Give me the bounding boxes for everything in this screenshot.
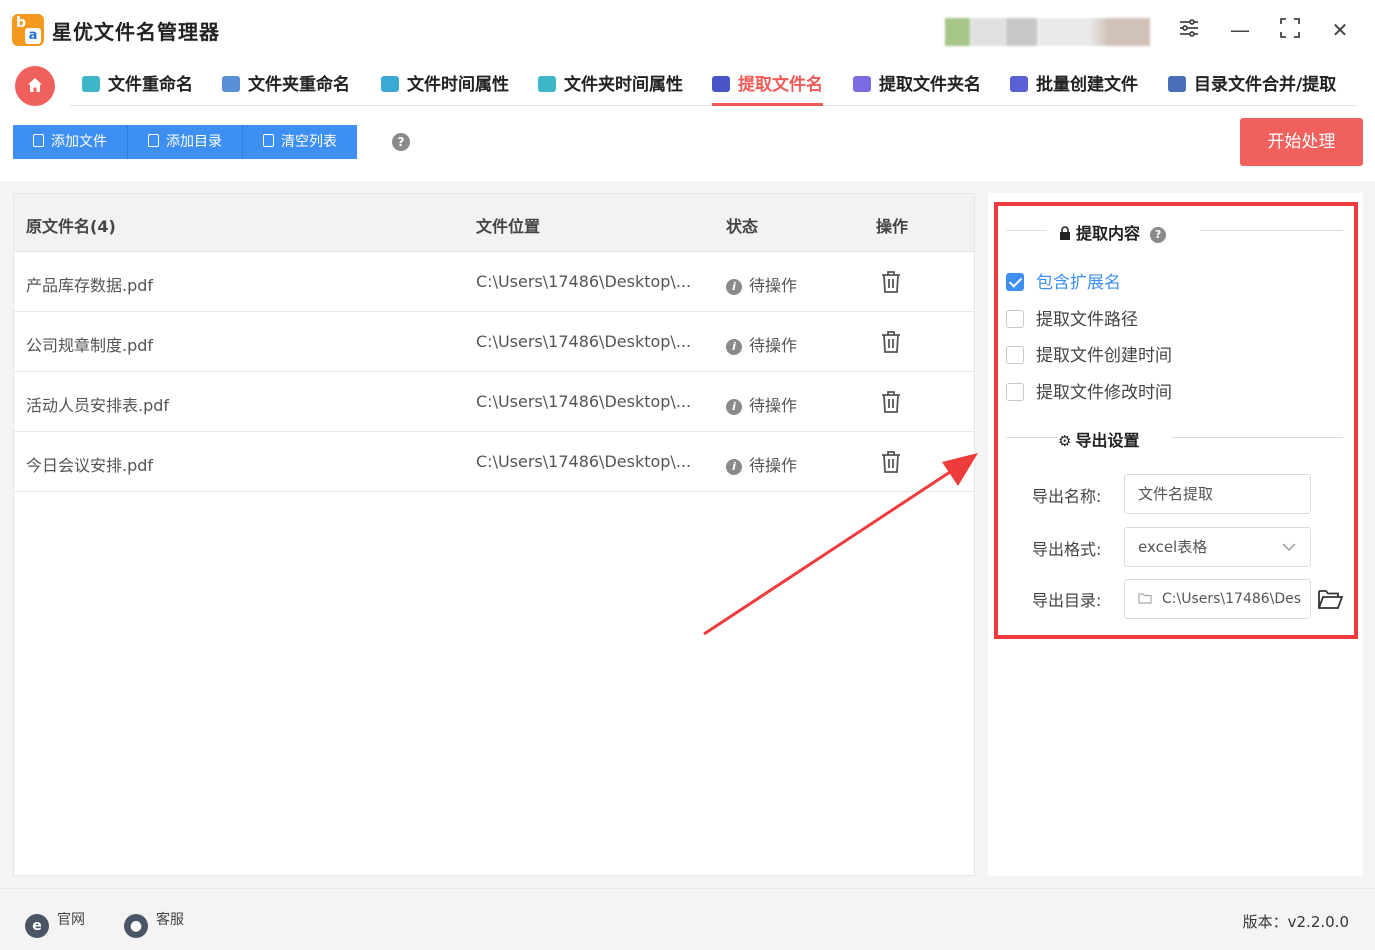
clear-list-label: 清空列表 bbox=[281, 134, 337, 150]
status-text: 待操作 bbox=[749, 276, 798, 295]
table-row[interactable]: 今日会议安排.pdf C:\Users\17486\Desktop\... i待… bbox=[14, 432, 974, 492]
tab-file-rename[interactable]: 文件重命名 bbox=[82, 70, 193, 106]
website-label: 官网 bbox=[57, 912, 85, 928]
file-icon bbox=[148, 134, 159, 147]
info-icon: i bbox=[726, 399, 742, 415]
tab-label: 文件夹时间属性 bbox=[564, 75, 683, 95]
status-text: 待操作 bbox=[749, 336, 798, 355]
status-text: 待操作 bbox=[749, 456, 798, 475]
help-icon[interactable]: ? bbox=[392, 133, 410, 151]
cell-location: C:\Users\17486\Desktop\... bbox=[476, 452, 692, 471]
delete-icon[interactable] bbox=[880, 270, 902, 294]
title-bar: b a 星优文件名管理器 — ✕ bbox=[0, 0, 1375, 60]
extract-folder-icon bbox=[853, 76, 871, 92]
dir-merge-icon bbox=[1168, 76, 1186, 92]
tab-file-time[interactable]: 文件时间属性 bbox=[381, 70, 509, 106]
header-filename: 原文件名(4) bbox=[26, 217, 116, 236]
version-text: 版本：v2.2.0.0 bbox=[1242, 913, 1349, 931]
user-avatar-blurred[interactable] bbox=[945, 18, 1150, 46]
tab-label: 目录文件合并/提取 bbox=[1194, 75, 1337, 95]
header-action: 操作 bbox=[876, 217, 909, 236]
header-status: 状态 bbox=[726, 217, 759, 236]
info-icon: i bbox=[726, 279, 742, 295]
table-row[interactable]: 产品库存数据.pdf C:\Users\17486\Desktop\... i待… bbox=[14, 252, 974, 312]
toolbar-buttons: 添加文件 添加目录 清空列表 bbox=[13, 125, 357, 159]
table-row[interactable]: 活动人员安排表.pdf C:\Users\17486\Desktop\... i… bbox=[14, 372, 974, 432]
tab-label: 文件夹重命名 bbox=[248, 75, 350, 95]
file-table: 原文件名(4) 文件位置 状态 操作 产品库存数据.pdf C:\Users\1… bbox=[13, 193, 975, 876]
info-icon: i bbox=[726, 459, 742, 475]
footer: e 官网 ● 客服 版本：v2.2.0.0 bbox=[0, 888, 1375, 950]
add-file-label: 添加文件 bbox=[51, 134, 107, 150]
logo-letter-a: a bbox=[25, 28, 41, 44]
close-button[interactable]: ✕ bbox=[1326, 16, 1354, 44]
cell-location: C:\Users\17486\Desktop\... bbox=[476, 272, 692, 291]
table-row[interactable]: 公司规章制度.pdf C:\Users\17486\Desktop\... i待… bbox=[14, 312, 974, 372]
file-time-icon bbox=[381, 76, 399, 92]
maximize-icon[interactable] bbox=[1276, 16, 1304, 44]
settings-icon[interactable] bbox=[1175, 16, 1203, 44]
cell-status: i 待操作 bbox=[726, 392, 797, 416]
tab-extract-foldername[interactable]: 提取文件夹名 bbox=[853, 70, 981, 106]
app-title: 星优文件名管理器 bbox=[52, 20, 220, 44]
tab-label: 文件时间属性 bbox=[407, 75, 509, 95]
folder-rename-icon bbox=[222, 76, 240, 92]
home-icon bbox=[28, 78, 42, 92]
add-directory-label: 添加目录 bbox=[166, 134, 222, 150]
tab-label: 提取文件名 bbox=[738, 75, 823, 95]
delete-icon[interactable] bbox=[880, 450, 902, 474]
app-logo: b a bbox=[12, 14, 44, 46]
cell-status: i 待操作 bbox=[726, 272, 797, 296]
website-link[interactable]: e 官网 bbox=[25, 909, 85, 938]
delete-icon[interactable] bbox=[880, 390, 902, 414]
add-directory-button[interactable]: 添加目录 bbox=[128, 125, 243, 159]
tab-label: 文件重命名 bbox=[108, 75, 193, 95]
cell-filename: 产品库存数据.pdf bbox=[26, 276, 154, 295]
trash-icon bbox=[263, 134, 274, 147]
cell-status: i 待操作 bbox=[726, 452, 797, 476]
status-text: 待操作 bbox=[749, 396, 798, 415]
folder-time-icon bbox=[538, 76, 556, 92]
batch-create-icon bbox=[1010, 76, 1028, 92]
tab-extract-filename[interactable]: 提取文件名 bbox=[712, 70, 823, 106]
clear-list-button[interactable]: 清空列表 bbox=[243, 125, 357, 159]
tab-batch-create[interactable]: 批量创建文件 bbox=[1010, 70, 1138, 106]
cell-filename: 今日会议安排.pdf bbox=[26, 456, 154, 475]
table-header: 原文件名(4) 文件位置 状态 操作 bbox=[14, 194, 974, 252]
cell-location: C:\Users\17486\Desktop\... bbox=[476, 332, 692, 351]
header-location: 文件位置 bbox=[476, 217, 541, 236]
file-icon bbox=[33, 134, 44, 147]
tab-folder-rename[interactable]: 文件夹重命名 bbox=[222, 70, 350, 106]
delete-icon[interactable] bbox=[880, 330, 902, 354]
customer-service-link[interactable]: ● 客服 bbox=[124, 909, 184, 938]
start-processing-button[interactable]: 开始处理 bbox=[1240, 118, 1363, 166]
browser-icon: e bbox=[25, 914, 49, 938]
home-button[interactable] bbox=[15, 66, 55, 106]
tab-folder-time[interactable]: 文件夹时间属性 bbox=[538, 70, 683, 106]
annotation-highlight-box bbox=[994, 202, 1358, 639]
tab-label: 批量创建文件 bbox=[1036, 75, 1138, 95]
minimize-button[interactable]: — bbox=[1226, 16, 1254, 44]
nav-tabs: 文件重命名 文件夹重命名 文件时间属性 文件夹时间属性 提取文件名 提取文件夹名… bbox=[70, 62, 1357, 106]
tab-dir-merge[interactable]: 目录文件合并/提取 bbox=[1168, 70, 1336, 106]
cell-status: i 待操作 bbox=[726, 332, 797, 356]
cell-filename: 活动人员安排表.pdf bbox=[26, 396, 170, 415]
rename-icon bbox=[82, 76, 100, 92]
info-icon: i bbox=[726, 339, 742, 355]
extract-name-icon bbox=[712, 76, 730, 92]
chat-icon: ● bbox=[124, 914, 148, 938]
cell-location: C:\Users\17486\Desktop\... bbox=[476, 392, 692, 411]
tab-label: 提取文件夹名 bbox=[879, 75, 981, 95]
cell-filename: 公司规章制度.pdf bbox=[26, 336, 154, 355]
service-label: 客服 bbox=[156, 912, 184, 928]
add-file-button[interactable]: 添加文件 bbox=[13, 125, 128, 159]
